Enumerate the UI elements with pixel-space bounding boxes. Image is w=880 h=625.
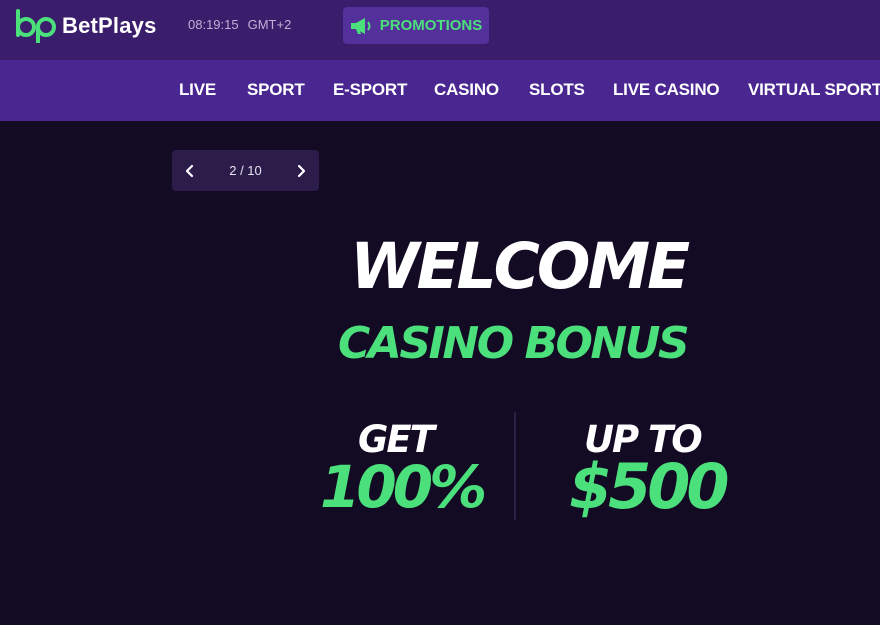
main-nav: LIVE SPORT E-SPORT CASINO SLOTS LIVE CAS… xyxy=(0,60,880,121)
promotions-label: PROMOTIONS xyxy=(379,17,483,34)
promotions-button[interactable]: PROMOTIONS xyxy=(343,7,489,44)
nav-item-slots[interactable]: SLOTS xyxy=(529,60,585,121)
brand-logo-icon xyxy=(16,9,57,43)
chevron-left-icon xyxy=(185,164,194,177)
slider-counter: 2 / 10 xyxy=(229,163,262,178)
clock: 08:19:15 GMT+2 xyxy=(188,17,291,32)
brand-logo[interactable]: BetPlays xyxy=(14,9,157,43)
banner-divider xyxy=(514,412,516,520)
banner-amount: $500 xyxy=(569,450,730,523)
nav-item-virtual-sport[interactable]: VIRTUAL SPORT xyxy=(748,60,880,121)
banner-percentage: 100% xyxy=(320,453,487,521)
clock-time: 08:19:15 xyxy=(188,17,239,32)
top-bar: BetPlays 08:19:15 GMT+2 PROMOTIONS xyxy=(0,0,880,60)
chevron-right-icon xyxy=(297,164,306,177)
megaphone-icon xyxy=(350,17,371,34)
banner-subtitle: CASINO BONUS xyxy=(338,318,690,369)
promo-banner[interactable] xyxy=(0,121,880,625)
slider-next-button[interactable] xyxy=(283,150,319,191)
nav-item-esport[interactable]: E-SPORT xyxy=(333,60,407,121)
banner-title: WELCOME xyxy=(350,230,690,303)
clock-timezone: GMT+2 xyxy=(247,17,292,32)
nav-item-casino[interactable]: CASINO xyxy=(434,60,499,121)
nav-item-sport[interactable]: SPORT xyxy=(247,60,305,121)
nav-item-live-casino[interactable]: LIVE CASINO xyxy=(613,60,720,121)
nav-item-live[interactable]: LIVE xyxy=(179,60,216,121)
slider-prev-button[interactable] xyxy=(172,150,208,191)
slider-pager: 2 / 10 xyxy=(172,150,319,191)
brand-name: BetPlays xyxy=(62,13,157,38)
